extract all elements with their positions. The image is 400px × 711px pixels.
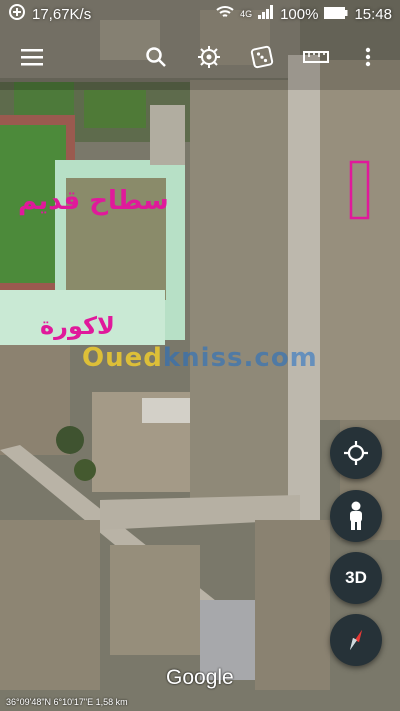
ruler-icon (303, 51, 329, 63)
feeling-lucky-button[interactable] (242, 36, 282, 78)
data-saver-icon (8, 3, 26, 25)
pegman-icon (350, 501, 362, 530)
compass-icon (350, 630, 362, 650)
voyager-button[interactable] (189, 36, 229, 78)
search-icon (146, 47, 166, 67)
menu-icon (21, 49, 43, 66)
network-speed: 17,67K/s (32, 5, 92, 23)
three-d-label: 3D (345, 568, 367, 587)
three-d-button[interactable]: 3D (330, 552, 382, 604)
google-logo: Google (166, 666, 234, 689)
search-button[interactable] (136, 36, 176, 78)
street-view-button[interactable] (330, 490, 382, 542)
signal-icon (258, 5, 274, 23)
coordinates-readout: 36°09'48"N 6°10'17"E 1,58 km (6, 697, 128, 707)
more-options-button[interactable] (348, 36, 388, 78)
compass-button[interactable] (330, 614, 382, 666)
dice-icon (250, 45, 274, 69)
more-icon (365, 47, 371, 67)
voyager-icon (198, 46, 220, 68)
my-location-button[interactable] (330, 427, 382, 479)
status-bar: 17,67K/s 4G 100% 15:48 (0, 0, 400, 28)
crosshair-icon (344, 441, 368, 465)
network-type: 4G (240, 9, 253, 19)
map-toolbar (0, 36, 400, 78)
wifi-icon (216, 5, 234, 23)
battery-icon (324, 6, 348, 23)
annotation-old-roof: سطاح قديم (18, 186, 169, 216)
menu-button[interactable] (12, 36, 52, 78)
clock: 15:48 (354, 5, 392, 23)
annotation-lakora: لاكورة (40, 312, 115, 340)
site-watermark: Ouedkniss.com (82, 343, 318, 373)
measure-button[interactable] (296, 36, 336, 78)
battery-percent: 100% (280, 5, 319, 23)
